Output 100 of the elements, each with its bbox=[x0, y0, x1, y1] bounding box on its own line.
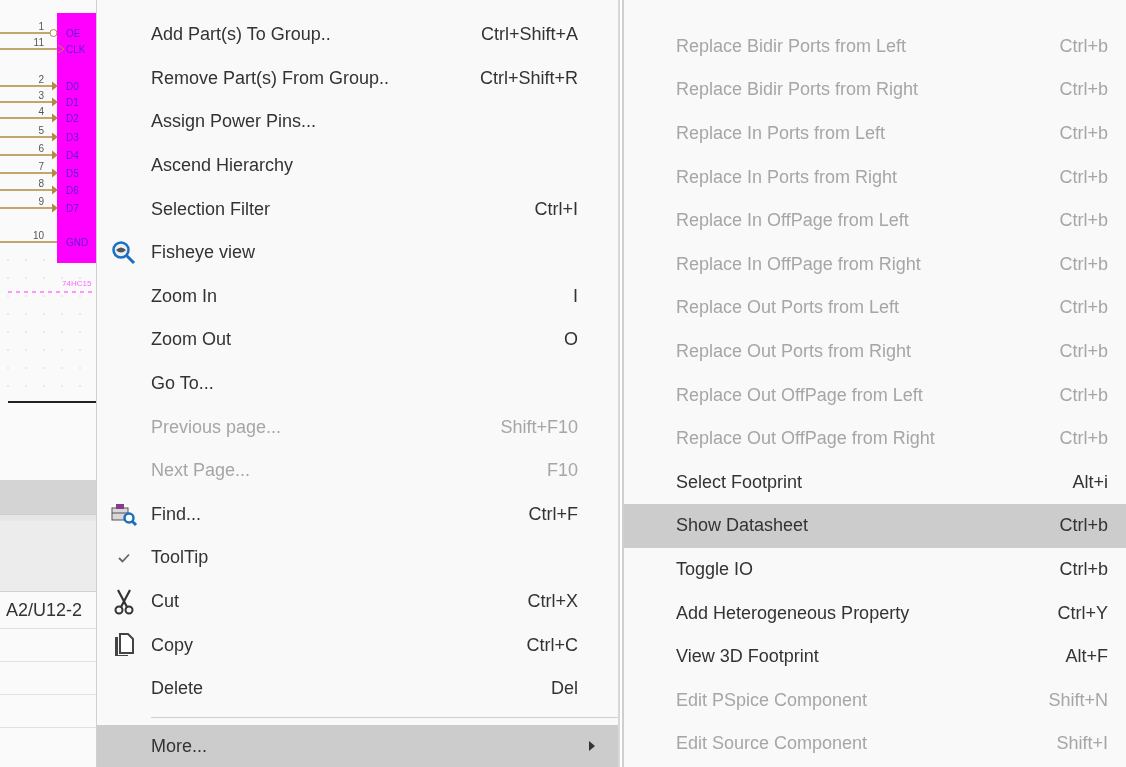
menu-label: Next Page... bbox=[151, 460, 252, 482]
menu-label: Delete bbox=[151, 678, 205, 700]
menu-item[interactable]: Zoom Out O bbox=[97, 318, 618, 362]
menu-label: Replace In OffPage from Right bbox=[676, 253, 922, 275]
shortcut-text: Ctrl+b bbox=[1059, 166, 1108, 188]
part-label: 74HC15 bbox=[62, 279, 92, 288]
menu-item[interactable]: Assign Power Pins... bbox=[97, 100, 618, 144]
menu-label: Replace Bidir Ports from Left bbox=[676, 35, 908, 57]
menu-label: Edit PSpice Component bbox=[676, 689, 869, 711]
input-pin bbox=[0, 81, 58, 91]
table-cell-text: A2/U12-2 bbox=[5, 599, 83, 621]
menu-label: Previous page... bbox=[151, 416, 283, 438]
shortcut-text: Del bbox=[551, 678, 578, 700]
pin-name: CLK bbox=[66, 44, 86, 55]
menu-label: Replace Bidir Ports from Right bbox=[676, 79, 920, 101]
menu-item[interactable]: Cut Ctrl+X bbox=[97, 579, 618, 624]
find-icon bbox=[110, 501, 138, 528]
pin-number: 5 bbox=[38, 125, 44, 136]
shortcut-text: I bbox=[573, 285, 578, 307]
menu-label: Go To... bbox=[151, 373, 215, 395]
menu-label: Replace Out OffPage from Left bbox=[676, 384, 924, 406]
shortcut-text: Ctrl+b bbox=[1059, 210, 1108, 232]
menu-label: Add Part(s) To Group.. bbox=[151, 24, 332, 46]
menu-label: Edit Source Component bbox=[676, 733, 869, 755]
shortcut-text: Ctrl+b bbox=[1059, 123, 1108, 145]
menu-label: Add Heterogeneous Property bbox=[676, 602, 911, 624]
pin-number: 9 bbox=[38, 196, 44, 207]
pin-number: 4 bbox=[38, 106, 44, 117]
pin-name: D7 bbox=[66, 203, 79, 214]
shortcut-text: Ctrl+b bbox=[1059, 79, 1108, 101]
menu-item[interactable]: View 3D Footprint Alt+F bbox=[624, 634, 1126, 679]
menu-item[interactable]: Selection Filter Ctrl+I bbox=[97, 187, 618, 231]
menu-label: Fisheye view bbox=[151, 242, 257, 264]
pin-name: GND bbox=[66, 237, 89, 248]
menu-item[interactable]: Fisheye view bbox=[97, 230, 618, 275]
shortcut-text: Ctrl+Shift+A bbox=[480, 24, 578, 46]
shortcut-text: Ctrl+b bbox=[1059, 253, 1108, 275]
magnifier-eye-icon bbox=[111, 239, 137, 266]
shortcut-text: Alt+F bbox=[1065, 646, 1108, 668]
shortcut-text: Ctrl+b bbox=[1059, 559, 1108, 580]
input-pin bbox=[0, 168, 58, 178]
shortcut-text: Ctrl+F bbox=[528, 503, 578, 525]
pin-name: OE bbox=[66, 28, 81, 39]
menu-label: Zoom Out bbox=[151, 329, 233, 351]
clock-pin bbox=[0, 44, 65, 54]
input-pin bbox=[0, 113, 58, 123]
shortcut-text: Ctrl+b bbox=[1059, 515, 1108, 537]
menu-item[interactable]: Show Datasheet Ctrl+b bbox=[624, 504, 1126, 548]
menu-label: Replace In Ports from Right bbox=[676, 166, 899, 188]
pin-name: D3 bbox=[66, 132, 79, 143]
input-pin bbox=[0, 150, 58, 160]
pin-name: D2 bbox=[66, 113, 79, 124]
shortcut-text: O bbox=[564, 329, 578, 351]
menu-item[interactable]: More... bbox=[97, 724, 618, 767]
menu-item[interactable]: Add Heterogeneous Property Ctrl+Y bbox=[624, 591, 1126, 635]
pin-name: D4 bbox=[66, 150, 79, 161]
menu-item[interactable]: Add Part(s) To Group.. Ctrl+Shift+A bbox=[97, 13, 618, 57]
menu-item[interactable]: Copy Ctrl+C bbox=[97, 623, 618, 667]
menu-label: Show Datasheet bbox=[676, 515, 810, 537]
shortcut-text: Ctrl+b bbox=[1059, 297, 1108, 319]
shortcut-text: Ctrl+b bbox=[1059, 35, 1108, 57]
menu-item[interactable]: Remove Part(s) From Group.. Ctrl+Shift+R bbox=[97, 56, 618, 101]
menu-item[interactable]: Ascend Hierarchy bbox=[97, 143, 618, 188]
menu-item[interactable]: Toggle IO Ctrl+b bbox=[624, 547, 1126, 592]
pin-number: 8 bbox=[38, 178, 44, 189]
menu-label: Toggle IO bbox=[676, 559, 755, 580]
menu-label: Find... bbox=[151, 503, 203, 525]
input-pin bbox=[0, 185, 58, 195]
pin-number: 10 bbox=[32, 230, 44, 241]
shortcut-text: Ctrl+C bbox=[526, 634, 578, 656]
menu-item[interactable]: Delete Del bbox=[97, 666, 618, 711]
pin-number: 1 bbox=[38, 21, 44, 32]
pin-name: D1 bbox=[66, 97, 79, 108]
shortcut-text: Shift+F10 bbox=[500, 416, 578, 438]
menu-label: Replace In OffPage from Left bbox=[676, 210, 910, 232]
pin-number: 2 bbox=[38, 74, 44, 85]
pin-name: D5 bbox=[66, 168, 79, 179]
menu-item[interactable]: ToolTip bbox=[97, 536, 618, 580]
shortcut-text: Ctrl+X bbox=[527, 591, 578, 612]
menu-label: Replace In Ports from Left bbox=[676, 123, 887, 145]
shortcut-text: Ctrl+b bbox=[1059, 428, 1108, 450]
menu-item[interactable]: Go To... bbox=[97, 361, 618, 406]
shortcut-text: Alt+i bbox=[1072, 471, 1108, 493]
menu-label: Replace Out OffPage from Right bbox=[676, 428, 936, 450]
shortcut-text: Ctrl+Shift+R bbox=[479, 67, 578, 89]
pin-number: 6 bbox=[38, 143, 44, 154]
shortcut-text: Ctrl+Y bbox=[1057, 602, 1108, 624]
scissors-icon bbox=[114, 588, 134, 615]
pin-name: D6 bbox=[66, 185, 79, 196]
menu-item[interactable]: Select Footprint Alt+i bbox=[624, 460, 1126, 505]
input-pin bbox=[0, 97, 58, 107]
menu-label: Ascend Hierarchy bbox=[151, 155, 295, 177]
menu-item[interactable]: Find... Ctrl+F bbox=[97, 492, 618, 537]
copy-icon bbox=[114, 633, 134, 658]
menu-item[interactable]: Zoom In I bbox=[97, 274, 618, 319]
pin-number: 3 bbox=[38, 90, 44, 101]
pin-number: 7 bbox=[38, 161, 44, 172]
pin-name: D0 bbox=[66, 81, 79, 92]
shortcut-text: Ctrl+b bbox=[1059, 384, 1108, 406]
shortcut-text: Shift+I bbox=[1056, 733, 1108, 755]
